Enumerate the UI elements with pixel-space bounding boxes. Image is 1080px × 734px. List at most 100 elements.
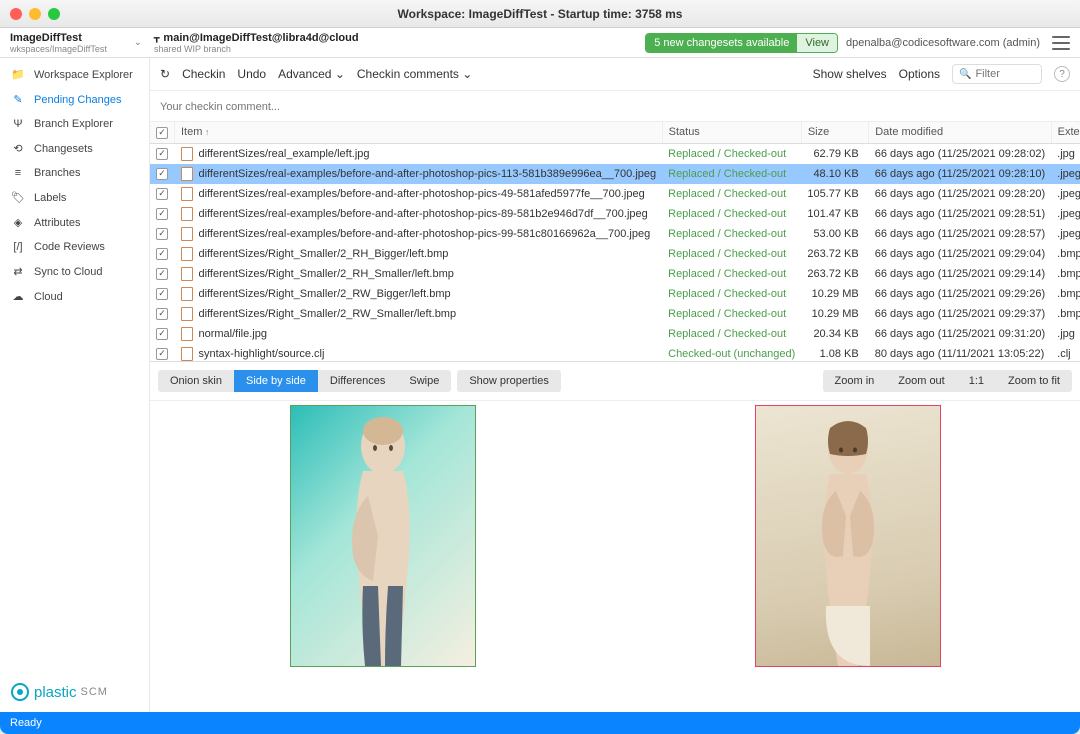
sidebar-item-sync-to-cloud[interactable]: ⇄Sync to Cloud — [0, 259, 149, 284]
file-icon — [181, 207, 193, 221]
table-row[interactable]: ✓differentSizes/Right_Smaller/2_RW_Bigge… — [150, 284, 1080, 304]
table-row[interactable]: ✓normal/file.jpgReplaced / Checked-out20… — [150, 324, 1080, 344]
sidebar-item-pending-changes[interactable]: ✎ Pending Changes — [0, 87, 149, 112]
zoom-to-fit-button[interactable]: Zoom to fit — [996, 370, 1072, 392]
file-icon — [181, 227, 193, 241]
refresh-button[interactable]: ↻ — [160, 67, 170, 81]
sidebar-item-label: Code Reviews — [34, 241, 105, 253]
changes-table: ✓ Item Status Size Date modified Extensi… — [150, 122, 1080, 362]
sidebar-item-label: Pending Changes — [34, 94, 121, 106]
filter-input-wrapper[interactable]: 🔍 — [952, 64, 1042, 84]
onion-skin-button[interactable]: Onion skin — [158, 370, 234, 392]
checkbox-column[interactable]: ✓ — [150, 122, 175, 143]
table-row[interactable]: ✓differentSizes/Right_Smaller/2_RW_Small… — [150, 304, 1080, 324]
item-date: 66 days ago (11/25/2021 09:29:14) — [869, 264, 1051, 284]
pending-icon: ✎ — [10, 93, 26, 106]
zoom-1-1-button[interactable]: 1:1 — [957, 370, 996, 392]
review-icon: [/] — [10, 241, 26, 253]
item-status: Replaced / Checked-out — [662, 324, 801, 344]
item-date: 66 days ago (11/25/2021 09:28:02) — [869, 143, 1051, 164]
file-icon — [181, 287, 193, 301]
item-ext: .jpg — [1051, 324, 1080, 344]
item-ext: .jpeg — [1051, 164, 1080, 184]
column-extension[interactable]: Extension — [1051, 122, 1080, 143]
changesets-pill[interactable]: 5 new changesets available View — [645, 33, 838, 53]
options-button[interactable]: Options — [899, 67, 940, 81]
help-icon[interactable]: ? — [1054, 66, 1070, 82]
item-path: normal/file.jpg — [199, 328, 267, 340]
column-date[interactable]: Date modified — [869, 122, 1051, 143]
item-path: differentSizes/real-examples/before-and-… — [199, 208, 648, 220]
row-checkbox[interactable]: ✓ — [156, 248, 168, 260]
figure-illustration — [313, 406, 453, 666]
row-checkbox[interactable]: ✓ — [156, 208, 168, 220]
row-checkbox[interactable]: ✓ — [156, 348, 168, 360]
attribute-icon: ◈ — [10, 216, 26, 229]
table-row[interactable]: ✓ differentSizes/real-examples/before-and… — [150, 204, 1080, 224]
checkin-comments-menu[interactable]: Checkin comments ⌄ — [357, 67, 472, 81]
table-row[interactable]: ✓differentSizes/real_example/left.jpgRep… — [150, 143, 1080, 164]
workspace-name: ImageDiffTest — [10, 32, 107, 44]
workspace-selector[interactable]: ImageDiffTest wkspaces/ImageDiffTest ⌄ — [6, 30, 146, 56]
filter-input[interactable] — [975, 68, 1035, 80]
table-row[interactable]: ✓ differentSizes/real-examples/before-and… — [150, 224, 1080, 244]
item-date: 66 days ago (11/25/2021 09:29:04) — [869, 244, 1051, 264]
row-checkbox[interactable]: ✓ — [156, 228, 168, 240]
zoom-in-button[interactable]: Zoom in — [823, 370, 887, 392]
table-row[interactable]: ✓differentSizes/real-examples/before-and… — [150, 184, 1080, 204]
row-checkbox[interactable]: ✓ — [156, 308, 168, 320]
sidebar-item-attributes[interactable]: ◈Attributes — [0, 210, 149, 235]
zoom-out-button[interactable]: Zoom out — [886, 370, 956, 392]
workspace-path: wkspaces/ImageDiffTest — [10, 44, 107, 54]
undo-button[interactable]: Undo — [237, 67, 266, 81]
link-icon: ⟲ — [10, 142, 26, 155]
sidebar-item-branch-explorer[interactable]: ΨBranch Explorer — [0, 112, 149, 136]
branch-indicator[interactable]: ᚁmain@ImageDiffTest@libra4d@cloud shared… — [146, 31, 367, 54]
row-checkbox[interactable]: ✓ — [156, 148, 168, 160]
show-shelves-button[interactable]: Show shelves — [813, 67, 887, 81]
item-size: 101.47 KB — [801, 204, 868, 224]
table-row[interactable]: ✓syntax-highlight/source.cljChecked-out … — [150, 344, 1080, 363]
table-row[interactable]: ✓differentSizes/real-examples/before-and… — [150, 164, 1080, 184]
checkin-button[interactable]: Checkin — [182, 67, 225, 81]
item-ext: .jpeg — [1051, 224, 1080, 244]
table-row[interactable]: ✓differentSizes/Right_Smaller/2_RH_Bigge… — [150, 244, 1080, 264]
view-button[interactable]: View — [797, 34, 837, 52]
row-checkbox[interactable]: ✓ — [156, 268, 168, 280]
table-row[interactable]: ✓differentSizes/Right_Smaller/2_RH_Small… — [150, 264, 1080, 284]
sidebar-item-workspace-explorer[interactable]: 📁Workspace Explorer — [0, 62, 149, 87]
row-checkbox[interactable]: ✓ — [156, 168, 168, 180]
sidebar-item-changesets[interactable]: ⟲Changesets — [0, 136, 149, 161]
swipe-button[interactable]: Swipe — [397, 370, 451, 392]
item-size: 263.72 KB — [801, 244, 868, 264]
checkin-comment-input[interactable] — [160, 101, 1070, 113]
status-bar: Ready — [0, 712, 1080, 734]
list-icon: ≡ — [10, 167, 26, 179]
advanced-menu[interactable]: Advanced ⌄ — [278, 67, 345, 81]
item-size: 10.29 MB — [801, 284, 868, 304]
row-checkbox[interactable]: ✓ — [156, 288, 168, 300]
sidebar-item-code-reviews[interactable]: [/] Code Reviews — [0, 235, 149, 259]
cloud-icon: ☁ — [10, 290, 26, 303]
sidebar: 📁Workspace Explorer ✎ Pending Changes ΨBr… — [0, 58, 150, 712]
column-size[interactable]: Size — [801, 122, 868, 143]
item-size: 62.79 KB — [801, 143, 868, 164]
left-image-pane — [162, 405, 603, 708]
side-by-side-button[interactable]: Side by side — [234, 370, 318, 392]
sidebar-item-cloud[interactable]: ☁Cloud — [0, 284, 149, 309]
sidebar-item-labels[interactable]: 🏷Labels — [0, 185, 149, 210]
item-path: differentSizes/real-examples/before-and-… — [199, 228, 651, 240]
file-icon — [181, 327, 193, 341]
menu-icon[interactable] — [1052, 36, 1070, 50]
differences-button[interactable]: Differences — [318, 370, 397, 392]
chevron-down-icon: ⌄ — [335, 67, 345, 81]
column-status[interactable]: Status — [662, 122, 801, 143]
item-status: Checked-out (unchanged) — [662, 344, 801, 363]
tag-icon: 🏷 — [10, 191, 26, 204]
row-checkbox[interactable]: ✓ — [156, 328, 168, 340]
column-item[interactable]: Item — [175, 122, 663, 143]
show-properties-button[interactable]: Show properties — [457, 370, 561, 392]
row-checkbox[interactable]: ✓ — [156, 188, 168, 200]
sidebar-item-branches[interactable]: ≡Branches — [0, 161, 149, 185]
sync-icon: ⇄ — [10, 265, 26, 278]
